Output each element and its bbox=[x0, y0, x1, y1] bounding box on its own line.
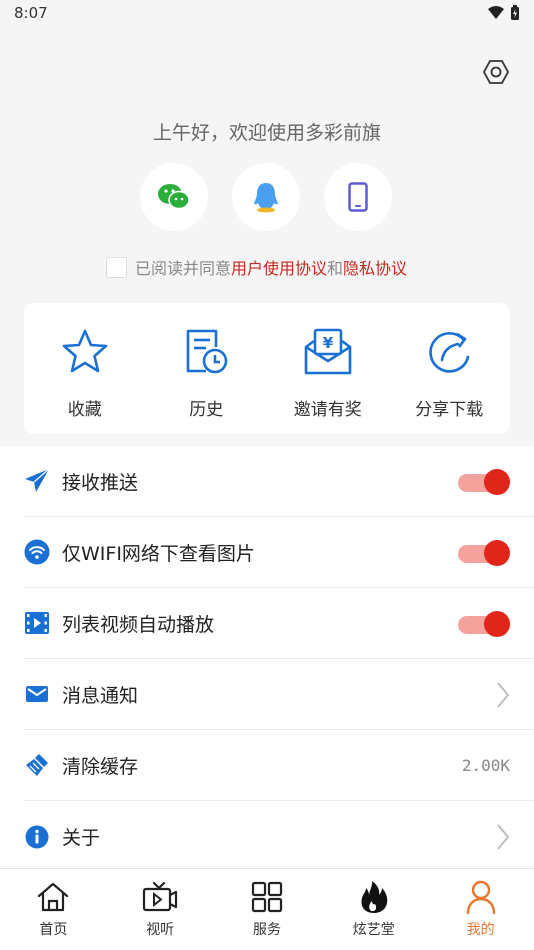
wechat-icon bbox=[158, 184, 190, 210]
setting-about[interactable]: 关于 bbox=[24, 801, 534, 872]
bottom-tab-bar: 首页 视听 服务 炫艺堂 我的 bbox=[0, 868, 534, 950]
autoplay-toggle[interactable] bbox=[456, 610, 510, 637]
cache-size-value: 2.00K bbox=[461, 756, 510, 775]
tv-icon bbox=[143, 881, 178, 912]
setting-label: 清除缓存 bbox=[62, 755, 139, 778]
setting-receive-push[interactable]: 接收推送 bbox=[24, 446, 534, 517]
gear-icon bbox=[483, 60, 509, 84]
status-bar: 8:07 bbox=[0, 0, 534, 28]
agreement-checkbox[interactable] bbox=[106, 256, 127, 278]
quick-action-label: 邀请有奖 bbox=[293, 400, 362, 420]
setting-label: 接收推送 bbox=[62, 471, 139, 494]
user-agreement-link[interactable]: 用户使用协议 bbox=[231, 255, 327, 279]
qq-icon bbox=[254, 183, 278, 213]
tab-home[interactable]: 首页 bbox=[0, 869, 107, 950]
mail-icon bbox=[26, 686, 48, 702]
star-icon bbox=[62, 329, 108, 373]
settings-list: 接收推送 仅WIFI网络下查看图片 列表视频自动播放 消息通知 清除缓存 2.0… bbox=[0, 446, 534, 868]
wechat-login-button[interactable] bbox=[140, 163, 208, 231]
tab-label: 首页 bbox=[39, 922, 68, 938]
setting-label: 列表视频自动播放 bbox=[62, 613, 215, 636]
wifi-signal-icon bbox=[488, 6, 504, 19]
send-icon bbox=[25, 468, 50, 492]
tab-mine[interactable]: 我的 bbox=[427, 869, 534, 950]
wifi-icon bbox=[24, 539, 50, 565]
agreement-conjunction: 和 bbox=[327, 259, 344, 278]
tab-label: 炫艺堂 bbox=[352, 922, 395, 938]
tab-label: 服务 bbox=[252, 922, 281, 938]
quick-action-label: 收藏 bbox=[67, 400, 102, 420]
quick-action-label: 历史 bbox=[189, 400, 224, 420]
phone-icon bbox=[348, 182, 368, 212]
quick-action-history[interactable]: 历史 bbox=[146, 303, 268, 434]
privacy-agreement-link[interactable]: 隐私协议 bbox=[343, 255, 407, 279]
setting-autoplay-video[interactable]: 列表视频自动播放 bbox=[24, 588, 534, 659]
home-icon bbox=[38, 882, 69, 912]
grid-icon bbox=[251, 881, 283, 913]
svg-text:¥: ¥ bbox=[323, 334, 334, 352]
battery-icon bbox=[511, 5, 519, 20]
agreement-prefix: 已阅读并同意 bbox=[135, 259, 232, 278]
setting-notifications[interactable]: 消息通知 bbox=[24, 659, 534, 730]
tab-art-hall[interactable]: 炫艺堂 bbox=[320, 869, 427, 950]
agreement-row: 已阅读并同意 用户使用协议 和 隐私协议 bbox=[106, 255, 407, 279]
wifi-images-toggle[interactable] bbox=[456, 539, 510, 566]
quick-action-share[interactable]: 分享下载 bbox=[389, 303, 511, 434]
push-toggle[interactable] bbox=[456, 468, 510, 495]
quick-actions-card: 收藏 历史 ¥ 邀请有奖 分享下载 bbox=[24, 303, 510, 434]
quick-action-label: 分享下载 bbox=[415, 400, 484, 420]
info-icon bbox=[25, 825, 49, 848]
profile-icon bbox=[466, 880, 495, 914]
invite-reward-icon: ¥ bbox=[304, 328, 352, 375]
chevron-right-icon bbox=[497, 823, 510, 850]
tab-label: 视听 bbox=[146, 922, 175, 938]
status-time: 8:07 bbox=[14, 4, 48, 22]
setting-label: 仅WIFI网络下查看图片 bbox=[62, 542, 255, 565]
broom-icon bbox=[26, 754, 48, 776]
chevron-right-icon bbox=[497, 681, 510, 708]
setting-label: 消息通知 bbox=[62, 684, 139, 707]
history-icon bbox=[186, 329, 228, 374]
greeting-text: 上午好，欢迎使用多彩前旗 bbox=[152, 122, 381, 144]
tab-label: 我的 bbox=[466, 922, 495, 938]
status-icons bbox=[488, 5, 520, 21]
tab-media[interactable]: 视听 bbox=[107, 869, 214, 950]
flame-icon bbox=[361, 881, 388, 913]
setting-wifi-images[interactable]: 仅WIFI网络下查看图片 bbox=[24, 517, 534, 588]
login-options bbox=[140, 163, 392, 231]
video-icon bbox=[25, 612, 49, 634]
tab-services[interactable]: 服务 bbox=[214, 869, 321, 950]
quick-action-favorites[interactable]: 收藏 bbox=[24, 303, 146, 434]
share-icon bbox=[429, 332, 470, 373]
quick-action-invite[interactable]: ¥ 邀请有奖 bbox=[267, 303, 389, 434]
setting-clear-cache[interactable]: 清除缓存 2.00K bbox=[24, 730, 534, 801]
phone-login-button[interactable] bbox=[324, 163, 392, 231]
setting-label: 关于 bbox=[62, 827, 101, 849]
qq-login-button[interactable] bbox=[232, 163, 300, 231]
settings-button[interactable] bbox=[480, 56, 512, 88]
